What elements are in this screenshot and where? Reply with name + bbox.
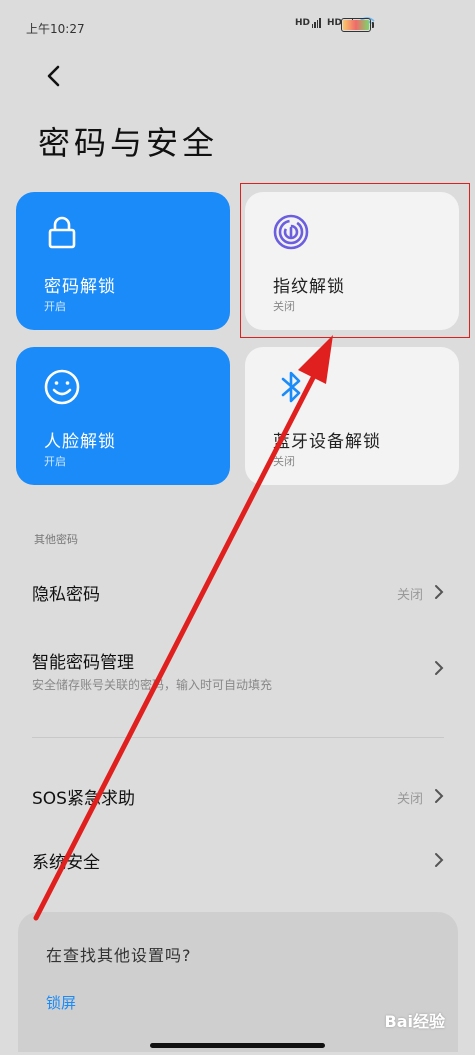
- chevron-right-icon: [435, 789, 444, 803]
- home-indicator[interactable]: [150, 1043, 325, 1048]
- card-status: 开启: [44, 455, 66, 468]
- face-icon: [44, 369, 80, 405]
- lock-screen-link[interactable]: 锁屏: [46, 992, 76, 1013]
- card-label: 密码解锁: [44, 277, 116, 297]
- card-label: 人脸解锁: [44, 432, 116, 452]
- back-arrow-icon[interactable]: [40, 62, 68, 90]
- row-system-security[interactable]: 系统安全: [0, 840, 475, 884]
- row-title: 智能密码管理: [32, 653, 134, 673]
- chevron-right-icon: [435, 661, 444, 675]
- lock-icon: [48, 216, 76, 249]
- card-status: 开启: [44, 300, 66, 313]
- row-value: 关闭: [396, 588, 423, 603]
- chevron-right-icon: [435, 853, 444, 867]
- status-time: 上午10:27: [26, 22, 85, 36]
- row-value: 关闭: [396, 792, 423, 807]
- row-title: 隐私密码: [32, 585, 100, 605]
- battery-icon: [341, 18, 374, 32]
- divider: [32, 737, 444, 738]
- card-face-unlock[interactable]: 人脸解锁 开启: [16, 347, 230, 485]
- baidu-watermark: Bai经验: [384, 1012, 445, 1031]
- row-privacy-password[interactable]: 隐私密码 关闭: [0, 572, 475, 616]
- row-title: 系统安全: [32, 853, 100, 873]
- suggestion-question: 在查找其他设置吗?: [46, 946, 192, 965]
- row-subtitle: 安全储存账号关联的密码，输入时可自动填充: [32, 678, 273, 692]
- card-bluetooth-unlock[interactable]: 蓝牙设备解锁 关闭: [245, 347, 459, 485]
- section-label: 其他密码: [34, 533, 78, 546]
- status-bar: 上午10:27 HD HD: [0, 0, 475, 52]
- hd-signal-icon-1: HD: [295, 18, 321, 28]
- row-sos-emergency[interactable]: SOS紧急求助 关闭: [0, 776, 475, 820]
- row-title: SOS紧急求助: [32, 789, 135, 809]
- row-smart-password-manager[interactable]: 智能密码管理 安全储存账号关联的密码，输入时可自动填充: [0, 640, 475, 700]
- hd-label-1: HD: [294, 18, 310, 28]
- bluetooth-icon: [281, 371, 301, 403]
- page-title: 密码与安全: [38, 124, 219, 162]
- hd-label-2: HD: [326, 18, 342, 28]
- card-password-unlock[interactable]: 密码解锁 开启: [16, 192, 230, 330]
- card-label: 蓝牙设备解锁: [273, 432, 381, 452]
- chevron-right-icon: [435, 585, 444, 599]
- annotation-highlight-box: [240, 183, 470, 338]
- card-status: 关闭: [273, 455, 295, 468]
